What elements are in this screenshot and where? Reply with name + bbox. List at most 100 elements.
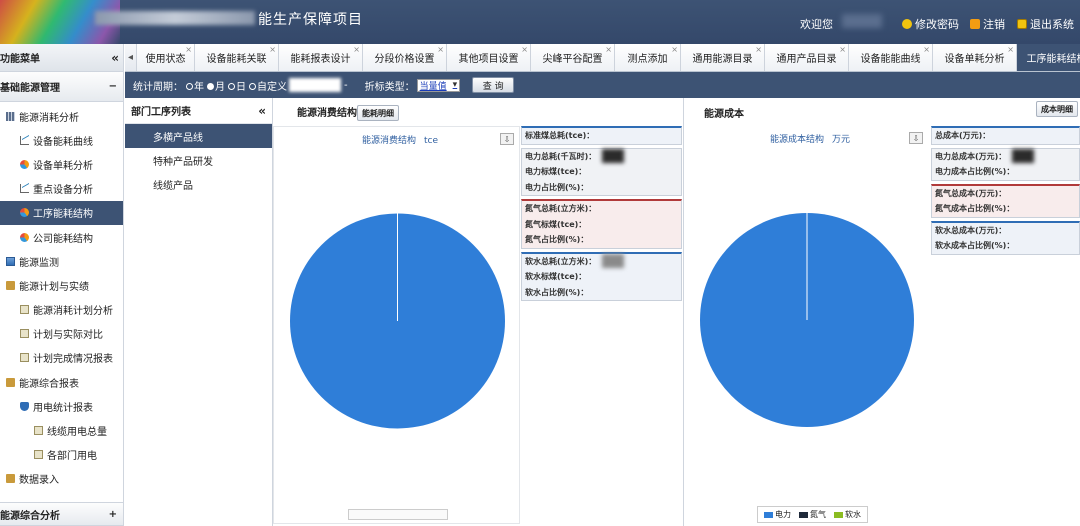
sidebar-item[interactable]: 用电统计报表 — [0, 394, 123, 418]
tab[interactable]: 测点添加 × — [615, 44, 681, 71]
tab-close-icon[interactable]: × — [839, 45, 846, 54]
dept-item[interactable]: 特种产品研发 — [125, 148, 272, 172]
sidebar-item[interactable]: 设备单耗分析 — [0, 152, 123, 176]
sidebar-collapse-button[interactable]: « — [111, 51, 119, 65]
energy-detail-button[interactable]: 能耗明细 — [357, 105, 399, 121]
info-group: 软水总耗(立方米)： 软水标煤(tce)： 软水占比例(%)： — [521, 251, 682, 301]
info-row: 电力标煤(tce)： — [525, 167, 587, 177]
tab-label: 其他项目设置 — [458, 54, 519, 65]
radio-icon — [207, 83, 214, 90]
legend-item[interactable]: 电力 — [764, 509, 791, 520]
tab[interactable]: 设备能耗关联 × — [195, 44, 279, 71]
sidebar-item[interactable]: 各部门用电 — [0, 443, 123, 467]
exit-system-link[interactable]: 退出系统 — [1017, 16, 1074, 32]
tab-close-icon[interactable]: × — [353, 45, 360, 54]
change-password-link[interactable]: 修改密码 — [902, 16, 959, 32]
cost-detail-button[interactable]: 成本明细 — [1036, 101, 1078, 117]
sidebar-item[interactable]: 重点设备分析 — [0, 177, 123, 201]
sidebar-item[interactable]: 工序能耗结构 — [0, 200, 123, 225]
tab-scroll-left-button[interactable]: ◂ — [125, 44, 137, 71]
energy-chart-area: 能源消费结构 tce ⇩ — [273, 126, 520, 524]
tab[interactable]: 设备能能曲线 × — [849, 44, 933, 71]
sidebar-item-label: 能源消耗计划分析 — [33, 306, 113, 318]
dept-collapse-button[interactable]: « — [258, 104, 266, 118]
grid-icon — [6, 111, 15, 121]
cost-download-icon[interactable]: ⇩ — [909, 132, 923, 144]
info-row: 氮气标煤(tce)： — [525, 219, 587, 229]
sidebar-item-label: 用电统计报表 — [33, 402, 93, 414]
redacted-value — [1012, 149, 1035, 164]
tab-label: 测点添加 — [627, 54, 668, 65]
sidebar-item[interactable]: 能源监测 — [0, 249, 123, 273]
radio-icon — [228, 83, 235, 90]
period-radio[interactable]: 自定义 — [246, 82, 287, 93]
sidebar-item[interactable]: 设备能耗曲线 — [0, 128, 123, 152]
sidebar-header: 功能菜单 « — [0, 44, 123, 72]
logout-link[interactable]: 注销 — [970, 16, 1005, 32]
dept-item[interactable]: 线缆产品 — [125, 172, 272, 196]
tab-close-icon[interactable]: × — [1007, 45, 1014, 54]
sidebar-item[interactable]: 数据录入 — [0, 467, 123, 491]
doc-icon — [34, 450, 43, 460]
period-radio[interactable]: 月 — [204, 82, 225, 93]
key-icon — [902, 19, 912, 29]
tab-close-icon[interactable]: × — [923, 45, 930, 54]
tab-close-icon[interactable]: × — [185, 45, 192, 54]
sidebar-section-energy-analysis[interactable]: 能源综合分析 + — [0, 502, 123, 526]
tab[interactable]: 通用能源目录 × — [681, 44, 765, 71]
query-button[interactable]: 查 询 — [472, 77, 515, 93]
sidebar-item[interactable]: 能源综合报表 — [0, 370, 123, 394]
tab-close-icon[interactable]: × — [437, 45, 444, 54]
tab[interactable]: 能耗报表设计 × — [279, 44, 363, 71]
folder-icon — [6, 280, 15, 290]
energy-download-icon[interactable]: ⇩ — [500, 133, 514, 145]
tab[interactable]: 设备单耗分析 × — [933, 44, 1017, 71]
sidebar-item-label: 计划完成情况报表 — [33, 354, 113, 366]
sidebar-item[interactable]: 计划完成情况报表 — [0, 346, 123, 370]
period-radio[interactable]: 日 — [225, 82, 246, 93]
legend-item[interactable]: 氮气 — [799, 509, 826, 520]
sidebar-section-basic-energy[interactable]: 基础能源管理 − — [0, 72, 123, 102]
period-radio[interactable]: 年 — [183, 82, 204, 93]
sidebar-item[interactable]: 能源消耗计划分析 — [0, 298, 123, 322]
info-group: 电力总耗(千瓦时)： 电力标煤(tce)： 电力占比例(%)： — [521, 147, 682, 196]
tab[interactable]: 通用产品目录 × — [765, 44, 849, 71]
period-label: 统计周期： — [133, 81, 183, 93]
tab-label: 设备能耗关联 — [206, 54, 267, 65]
monitor-icon — [6, 256, 15, 266]
tab[interactable]: 尖峰平谷配置 × — [531, 44, 615, 71]
info-row: 软水总耗(立方米)： — [522, 254, 681, 270]
sidebar-item[interactable]: 能源消耗分析 — [0, 104, 123, 128]
tab[interactable]: 工序能耗结构 — [1017, 44, 1080, 71]
tab-label: 设备能能曲线 — [860, 54, 921, 65]
energy-pie-chart — [290, 213, 505, 429]
tab-close-icon[interactable]: × — [521, 45, 528, 54]
tab[interactable]: 分段价格设置 × — [363, 44, 447, 71]
energy-panel-header: 能源消费结构 能耗明细 — [273, 98, 683, 124]
sidebar-item[interactable]: 线缆用电总量 — [0, 418, 123, 442]
radio-icon — [249, 83, 256, 90]
sidebar-item[interactable]: 能源计划与实绩 — [0, 273, 123, 297]
tab-close-icon[interactable]: × — [605, 45, 612, 54]
tab-close-icon[interactable]: × — [671, 45, 678, 54]
filter-bar: 统计周期： 年月日自定义 - 折标类型： 当量值 ▾ 查 询 — [125, 72, 1080, 98]
legend-item[interactable]: 软水 — [834, 509, 861, 520]
info-row: 软水标煤(tce)： — [525, 272, 587, 282]
doc-icon — [20, 329, 29, 339]
tab[interactable]: 其他项目设置 × — [447, 44, 531, 71]
energy-scrollbar[interactable] — [348, 509, 448, 520]
dept-item[interactable]: 多横产品线 — [125, 124, 272, 148]
info-row: 电力总耗(千瓦时)： — [522, 149, 681, 165]
type-select[interactable]: 当量值 ▾ — [416, 78, 461, 92]
sidebar-item-label: 各部门用电 — [47, 451, 97, 463]
custom-range-input[interactable] — [289, 78, 341, 92]
sidebar-item[interactable]: 公司能耗结构 — [0, 225, 123, 249]
sidebar-item[interactable]: 计划与实际对比 — [0, 322, 123, 346]
blurred-title-prefix — [95, 11, 255, 25]
tab-close-icon[interactable]: × — [269, 45, 276, 54]
section-toggle[interactable]: − — [109, 81, 117, 92]
energy-chart-title: 能源消费结构 tce — [362, 136, 439, 146]
period-options: 年月日自定义 — [183, 78, 287, 93]
tab-close-icon[interactable]: × — [755, 45, 762, 54]
tab[interactable]: 使用状态 × — [137, 44, 195, 71]
